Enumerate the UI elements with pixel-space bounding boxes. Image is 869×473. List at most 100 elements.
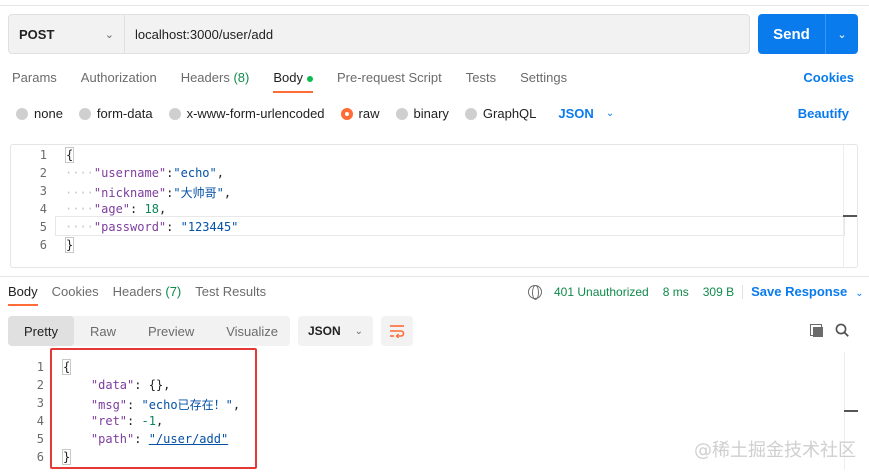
body-indicator-dot bbox=[306, 75, 313, 82]
globe-icon[interactable] bbox=[528, 284, 542, 300]
chevron-down-icon: ⌄ bbox=[855, 288, 864, 299]
response-tab-headers[interactable]: Headers (7) bbox=[113, 284, 182, 299]
editor-scrollbar[interactable] bbox=[843, 145, 857, 267]
radio-circle bbox=[168, 107, 181, 120]
chevron-down-icon: ⌄ bbox=[104, 28, 114, 41]
watermark: @稀土掘金技术社区 bbox=[694, 440, 856, 461]
line-number: 5 bbox=[36, 432, 44, 446]
top-divider bbox=[0, 0, 869, 6]
line-number: 2 bbox=[36, 378, 44, 392]
line-number: 1 bbox=[39, 148, 47, 162]
code-line: ····"nickname":"大帅哥", bbox=[65, 186, 232, 200]
tab-label: Body bbox=[273, 70, 303, 85]
response-time[interactable]: 8 ms bbox=[663, 285, 689, 299]
json-sep: : bbox=[130, 202, 145, 216]
method-label: POST bbox=[19, 26, 55, 42]
line-number: 3 bbox=[39, 184, 47, 198]
json-value: 18 bbox=[144, 202, 159, 216]
line-number: 4 bbox=[36, 414, 44, 428]
radio-form-data[interactable]: form-data bbox=[78, 106, 153, 121]
method-select[interactable]: POST ⌄ bbox=[9, 15, 125, 53]
response-meta: 401 Unauthorized 8 ms 309 B Save Respons… bbox=[528, 284, 864, 300]
line-number: 5 bbox=[39, 220, 47, 234]
tab-tests[interactable]: Tests bbox=[466, 64, 496, 90]
send-button[interactable]: Send bbox=[758, 14, 825, 54]
view-visualize[interactable]: Visualize bbox=[210, 316, 294, 346]
view-preview[interactable]: Preview bbox=[132, 316, 210, 346]
code-line: ····"username":"echo", bbox=[65, 166, 224, 180]
radio-circle bbox=[464, 107, 477, 120]
json-comma: , bbox=[158, 202, 167, 216]
body-format-select[interactable]: JSON ⌄ bbox=[558, 106, 614, 121]
chevron-down-icon: ⌄ bbox=[837, 28, 847, 41]
response-format-label: JSON bbox=[308, 324, 341, 338]
response-size[interactable]: 309 B bbox=[703, 285, 734, 299]
json-sep: : bbox=[166, 220, 181, 234]
beautify-link[interactable]: Beautify bbox=[798, 106, 849, 121]
send-button-group: Send ⌄ bbox=[758, 14, 858, 54]
response-tab-body[interactable]: Body bbox=[8, 284, 38, 306]
radio-binary[interactable]: binary bbox=[395, 106, 449, 121]
code-line: { bbox=[65, 147, 75, 163]
radio-label: binary bbox=[413, 106, 449, 121]
line-number: 6 bbox=[39, 238, 47, 252]
highlight-annotation-box bbox=[50, 348, 257, 469]
wrap-lines-icon bbox=[390, 325, 405, 338]
radio-x-www-form-urlencoded[interactable]: x-www-form-urlencoded bbox=[168, 106, 325, 121]
tab-label: Pre-request Script bbox=[336, 70, 442, 85]
cookies-link[interactable]: Cookies bbox=[803, 70, 854, 85]
line-number: 1 bbox=[36, 360, 44, 374]
tab-label: Settings bbox=[520, 70, 568, 85]
line-number: 4 bbox=[39, 202, 47, 216]
status-code[interactable]: 401 Unauthorized bbox=[554, 285, 649, 299]
radio-label: x-www-form-urlencoded bbox=[186, 106, 325, 121]
tab-authorization[interactable]: Authorization bbox=[81, 64, 157, 90]
send-options-button[interactable]: ⌄ bbox=[825, 14, 858, 54]
tab-settings[interactable]: Settings bbox=[520, 64, 567, 90]
view-raw[interactable]: Raw bbox=[74, 316, 132, 346]
tab-pre-request-script[interactable]: Pre-request Script bbox=[337, 64, 442, 90]
code-line: } bbox=[65, 237, 75, 253]
radio-label: GraphQL bbox=[482, 106, 537, 121]
tab-label: Tests bbox=[465, 70, 497, 85]
tab-body[interactable]: Body bbox=[273, 64, 313, 93]
chevron-down-icon: ⌄ bbox=[354, 325, 363, 337]
body-type-radios: none form-data x-www-form-urlencoded raw… bbox=[16, 106, 614, 121]
headers-count: (8) bbox=[233, 70, 250, 85]
response-format-select[interactable]: JSON ⌄ bbox=[298, 316, 373, 346]
json-comma: , bbox=[223, 186, 232, 200]
request-body-editor[interactable]: 1 2 3 4 5 6 { ····"username":"echo", ···… bbox=[10, 144, 858, 268]
open-brace: { bbox=[65, 147, 75, 163]
url-input[interactable]: localhost:3000/user/add bbox=[125, 15, 749, 53]
response-tab-cookies[interactable]: Cookies bbox=[52, 284, 99, 299]
request-tabs: Params Authorization Headers (8) Body Pr… bbox=[0, 64, 579, 93]
chevron-down-icon: ⌄ bbox=[605, 108, 615, 119]
json-key: "age" bbox=[93, 202, 131, 216]
wrap-lines-button[interactable] bbox=[381, 316, 413, 346]
json-value: "大帅哥" bbox=[173, 186, 224, 200]
tab-headers[interactable]: Headers (8) bbox=[181, 64, 250, 90]
json-key: "username" bbox=[93, 166, 167, 180]
response-tab-test-results[interactable]: Test Results bbox=[195, 284, 266, 299]
radio-label: raw bbox=[358, 106, 380, 121]
response-divider[interactable] bbox=[0, 276, 869, 277]
copy-icon[interactable] bbox=[810, 324, 824, 338]
tab-label: Authorization bbox=[80, 70, 157, 85]
json-comma: , bbox=[216, 166, 224, 180]
radio-none[interactable]: none bbox=[16, 106, 63, 121]
save-response-label: Save Response bbox=[751, 284, 848, 299]
request-bar: POST ⌄ localhost:3000/user/add bbox=[8, 14, 750, 54]
radio-raw[interactable]: raw bbox=[340, 106, 380, 121]
close-brace: } bbox=[65, 237, 75, 253]
radio-graphql[interactable]: GraphQL bbox=[464, 106, 537, 121]
code-line: ····"password": "123445" bbox=[65, 220, 239, 234]
radio-circle bbox=[78, 107, 91, 120]
headers-count: (7) bbox=[165, 284, 182, 299]
view-pretty[interactable]: Pretty bbox=[8, 316, 74, 346]
radio-circle bbox=[395, 107, 408, 120]
search-icon[interactable] bbox=[835, 323, 849, 337]
code-line: ····"age": 18, bbox=[65, 202, 167, 216]
save-response-button[interactable]: Save Response ⌄ bbox=[751, 284, 864, 299]
line-number: 2 bbox=[39, 166, 47, 180]
tab-params[interactable]: Params bbox=[12, 64, 57, 90]
